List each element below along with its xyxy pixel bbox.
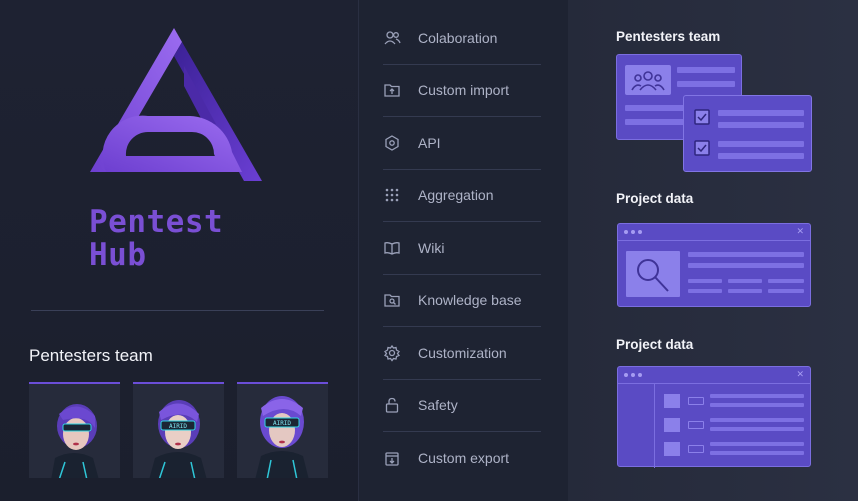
team-card-front bbox=[683, 95, 812, 172]
divider bbox=[31, 310, 324, 311]
project-data-list-window: ✕ bbox=[617, 366, 811, 468]
feature-menu: Colaboration Custom import API Aggregati… bbox=[383, 12, 541, 485]
menu-item-label: API bbox=[418, 134, 441, 151]
menu-item-label: Custom import bbox=[418, 82, 510, 99]
preview-title-project-data-2: Project data bbox=[616, 337, 694, 352]
menu-item-custom-import[interactable]: Custom import bbox=[383, 65, 541, 117]
svg-text:AIRID: AIRID bbox=[273, 420, 291, 427]
menu-item-custom-export[interactable]: Custom export bbox=[383, 432, 541, 485]
checkbox-icon[interactable] bbox=[694, 109, 710, 125]
text-line bbox=[718, 153, 804, 159]
project-data-window: ✕ bbox=[617, 223, 811, 307]
preview-title-team: Pentesters team bbox=[616, 29, 721, 44]
menu-item-aggregation[interactable]: Aggregation bbox=[383, 170, 541, 222]
folder-import-icon bbox=[384, 84, 400, 97]
text-line bbox=[625, 119, 685, 125]
text-line bbox=[677, 81, 735, 87]
menu-item-label: Safety bbox=[418, 397, 458, 414]
text-line bbox=[718, 122, 804, 128]
grid-dots-icon bbox=[385, 188, 399, 202]
list-item-thumb bbox=[664, 442, 680, 456]
close-icon[interactable]: ✕ bbox=[796, 226, 804, 237]
menu-item-knowledge-base[interactable]: Knowledge base bbox=[383, 275, 541, 327]
pentest-hub-logo-icon bbox=[90, 28, 262, 181]
magnifier-icon bbox=[637, 259, 669, 292]
menu-item-customization[interactable]: Customization bbox=[383, 327, 541, 380]
preview-title-project-data: Project data bbox=[616, 191, 694, 206]
brand-name-line2: Hub bbox=[89, 237, 147, 273]
menu-item-label: Wiki bbox=[418, 239, 445, 256]
avatar[interactable] bbox=[29, 382, 120, 478]
team-section-title: Pentesters team bbox=[29, 346, 153, 365]
list-item-thumb bbox=[664, 394, 680, 408]
menu-item-wiki[interactable]: Wiki bbox=[383, 222, 541, 275]
menu-item-label: Aggregation bbox=[418, 187, 494, 204]
menu-item-label: Custom export bbox=[418, 450, 510, 467]
brand-wordmark: Pentest Hub bbox=[89, 206, 223, 272]
list-item-thumb bbox=[664, 418, 680, 432]
avatar-visor-icon: AIRID bbox=[237, 384, 328, 478]
menu-item-label: Knowledge base bbox=[418, 292, 522, 309]
avatar[interactable]: AIRID bbox=[237, 382, 328, 478]
avatar[interactable]: AIRID bbox=[133, 382, 224, 478]
window-dots bbox=[624, 373, 642, 377]
export-icon bbox=[385, 452, 399, 466]
menu-item-api[interactable]: API bbox=[383, 117, 541, 170]
people-icon bbox=[631, 71, 665, 91]
book-icon bbox=[384, 241, 400, 255]
avatar-visor-icon bbox=[29, 384, 120, 478]
menu-item-safety[interactable]: Safety bbox=[383, 380, 541, 432]
lock-icon bbox=[385, 398, 399, 413]
text-line bbox=[718, 110, 804, 116]
brand-name-line1: Pentest bbox=[89, 204, 224, 240]
people-thumbnail bbox=[625, 65, 671, 95]
menu-item-label: Customization bbox=[418, 344, 507, 361]
menu-item-colaboration[interactable]: Colaboration bbox=[383, 12, 541, 65]
svg-text:AIRID: AIRID bbox=[169, 423, 187, 430]
close-icon[interactable]: ✕ bbox=[796, 369, 804, 380]
text-line bbox=[677, 67, 735, 73]
window-dots bbox=[624, 230, 642, 234]
gear-icon bbox=[383, 344, 401, 362]
checkbox-icon[interactable] bbox=[694, 140, 710, 156]
menu-item-label: Colaboration bbox=[418, 29, 498, 46]
search-thumbnail bbox=[626, 251, 680, 297]
people-icon bbox=[384, 31, 401, 45]
hexagon-icon bbox=[385, 134, 399, 151]
folder-search-icon bbox=[384, 294, 400, 307]
avatar-visor-icon: AIRID bbox=[133, 384, 224, 478]
text-line bbox=[718, 141, 804, 147]
